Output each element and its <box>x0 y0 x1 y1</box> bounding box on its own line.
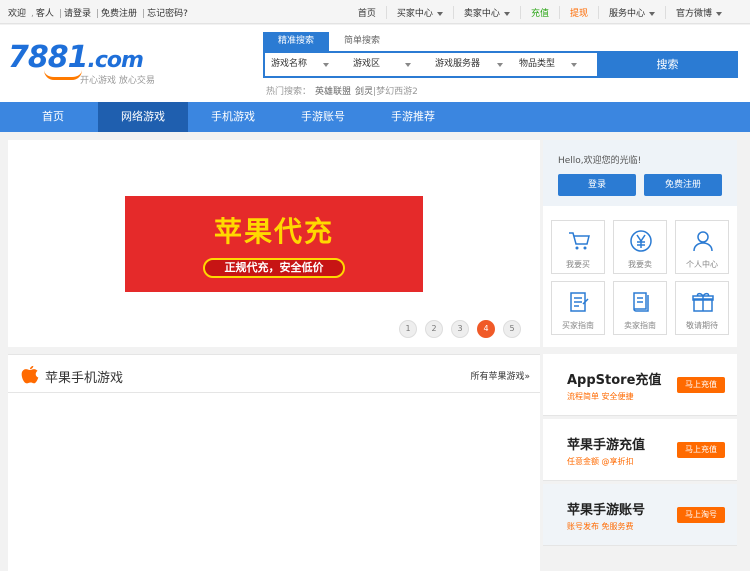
carousel-page-dot[interactable]: 3 <box>451 320 469 338</box>
top-nav-item[interactable]: 充值 <box>519 6 559 19</box>
chevron-down-icon <box>436 11 443 16</box>
chevron-down-icon <box>405 63 411 67</box>
section-header: 苹果手机游戏 所有苹果游戏» <box>8 355 540 393</box>
logo-smile-icon <box>44 70 82 80</box>
game-server-select[interactable]: 游戏服务器 <box>429 53 509 76</box>
top-bar: 欢迎, 客人 | 请登录 | 免费注册 | 忘记密码? 首页 买家中心 卖家中心 充值 提现 服务中心官… <box>0 0 750 24</box>
tab-simple-search[interactable]: 简单搜索 <box>329 32 395 51</box>
welcome-text: 欢迎 <box>8 9 27 19</box>
search-button[interactable]: 搜索 <box>597 51 738 78</box>
game-name-select[interactable]: 游戏名称 <box>265 53 335 76</box>
all-apple-games-link[interactable]: 所有苹果游戏» <box>470 369 530 382</box>
banner-title: 苹果代充 <box>213 215 334 248</box>
login-link[interactable]: 请登录 <box>64 9 91 19</box>
nav-home[interactable]: 首页 <box>8 102 98 132</box>
register-button[interactable]: 免费注册 <box>644 174 722 196</box>
hot-searches: 热门搜索： 英雄联盟 剑灵|梦幻西游2 <box>266 87 418 97</box>
cart-icon <box>569 232 590 250</box>
nav-online-games[interactable]: 网络游戏 <box>98 102 188 132</box>
chevron-down-icon <box>323 63 329 67</box>
hot-search-link[interactable]: 梦幻西游2 <box>376 87 418 97</box>
user-panel: Hello,欢迎您的光临! 登录 免费注册 我要买 我要卖 个人中心 买家指南 … <box>543 140 737 347</box>
carousel-page-dot[interactable]: 5 <box>503 320 521 338</box>
quick-link-buy[interactable]: 我要买 <box>551 220 605 274</box>
apple-games-section: 苹果手机游戏 所有苹果游戏» <box>8 354 540 571</box>
hot-search-link[interactable]: 剑灵 <box>355 87 373 97</box>
carousel-page-dot[interactable]: 1 <box>399 320 417 338</box>
site-logo[interactable]: 7881.com 开心游戏 放心交易 <box>8 42 168 92</box>
guest-text: 客人 <box>35 9 54 19</box>
carousel-page-dot[interactable]: 2 <box>425 320 443 338</box>
chevron-down-icon <box>497 63 503 67</box>
quick-link-sell[interactable]: 我要卖 <box>613 220 667 274</box>
chevron-down-icon <box>648 11 655 16</box>
recharge-now-button[interactable]: 马上充值 <box>677 377 725 393</box>
hello-text: Hello,欢迎您的光临! <box>558 156 642 166</box>
quick-link-buyer-guide[interactable]: 买家指南 <box>551 281 605 335</box>
search-box: 游戏名称 游戏区 游戏服务器 物品类型 搜索 <box>263 51 738 78</box>
seller-guide-icon <box>633 292 649 312</box>
service-card-subtitle: 任意金额 @享折扣 <box>567 457 634 466</box>
top-nav-item[interactable]: 服务中心 <box>597 6 665 19</box>
quick-link-coming-soon[interactable]: 敬请期待 <box>675 281 729 335</box>
quick-link-personal-center[interactable]: 个人中心 <box>675 220 729 274</box>
logo-slogan: 开心游戏 放心交易 <box>80 76 155 86</box>
login-button[interactable]: 登录 <box>558 174 636 196</box>
chevron-down-icon <box>503 11 510 16</box>
service-card-mobile-recharge: 苹果手游充值 任意金额 @享折扣 马上充值 <box>543 419 737 481</box>
service-card-title: AppStore充值 <box>567 373 662 388</box>
buy-account-button[interactable]: 马上淘号 <box>677 507 725 523</box>
top-nav-item[interactable]: 首页 <box>348 6 386 19</box>
chevron-down-icon <box>716 11 722 16</box>
register-link[interactable]: 免费注册 <box>101 9 137 19</box>
top-bar-login-links: 欢迎, 客人 | 请登录 | 免费注册 | 忘记密码? <box>8 9 188 19</box>
banner-image[interactable]: 苹果代充 正规代充，安全低价 <box>125 196 423 292</box>
hot-search-label: 热门搜索： <box>266 87 312 97</box>
yen-icon <box>630 230 652 252</box>
carousel-pagination: 12345 <box>399 320 529 338</box>
carousel-page-dot[interactable]: 4 <box>477 320 495 338</box>
top-nav-item[interactable]: 官方微博 <box>664 6 732 19</box>
buyer-guide-icon <box>570 292 589 312</box>
hot-search-link[interactable]: 英雄联盟 <box>315 87 351 97</box>
top-nav: 首页 买家中心 卖家中心 充值 提现 服务中心 官方微博 <box>348 6 732 19</box>
quick-link-seller-guide[interactable]: 卖家指南 <box>613 281 667 335</box>
top-nav-item[interactable]: 提现 <box>558 6 598 19</box>
user-icon <box>693 231 713 252</box>
service-card-subtitle: 账号发布 免服务费 <box>567 522 634 531</box>
section-title: 苹果手机游戏 <box>45 371 124 386</box>
banner-subtitle: 正规代充，安全低价 <box>203 258 345 278</box>
service-card-appstore: AppStore充值 流程简单 安全便捷 马上充值 <box>543 354 737 416</box>
forgot-password-link[interactable]: 忘记密码? <box>147 9 188 19</box>
top-nav-item[interactable]: 卖家中心 <box>452 6 520 19</box>
nav-mobile-games[interactable]: 手机游戏 <box>188 102 278 132</box>
header: 7881.com 开心游戏 放心交易 精准搜索 简单搜索 游戏名称 游戏区 游戏… <box>0 25 750 102</box>
service-card-title: 苹果手游充值 <box>567 438 646 453</box>
item-type-select[interactable]: 物品类型 <box>513 53 583 76</box>
recharge-now-button[interactable]: 马上充值 <box>677 442 725 458</box>
tab-precise-search[interactable]: 精准搜索 <box>263 32 329 51</box>
game-area-select[interactable]: 游戏区 <box>347 53 417 76</box>
gift-icon <box>692 292 714 312</box>
service-card-title: 苹果手游账号 <box>567 503 646 518</box>
service-card-subtitle: 流程简单 安全便捷 <box>567 392 634 401</box>
main-nav: 首页 网络游戏 手机游戏 手游账号 手游推荐 <box>0 102 750 132</box>
top-nav-item[interactable]: 买家中心 <box>385 6 453 19</box>
service-card-mobile-accounts: 苹果手游账号 账号发布 免服务费 马上淘号 <box>543 484 737 546</box>
chevron-down-icon <box>571 63 577 67</box>
nav-mobile-accounts[interactable]: 手游账号 <box>278 102 368 132</box>
nav-mobile-recommend[interactable]: 手游推荐 <box>368 102 458 132</box>
search-panel: 精准搜索 简单搜索 游戏名称 游戏区 游戏服务器 物品类型 搜索 <box>263 32 738 80</box>
banner-carousel: 苹果代充 正规代充，安全低价 12345 <box>8 140 540 347</box>
apple-icon <box>21 365 39 384</box>
apple-services-sidebar: AppStore充值 流程简单 安全便捷 马上充值 苹果手游充值 任意金额 @享… <box>543 354 737 571</box>
